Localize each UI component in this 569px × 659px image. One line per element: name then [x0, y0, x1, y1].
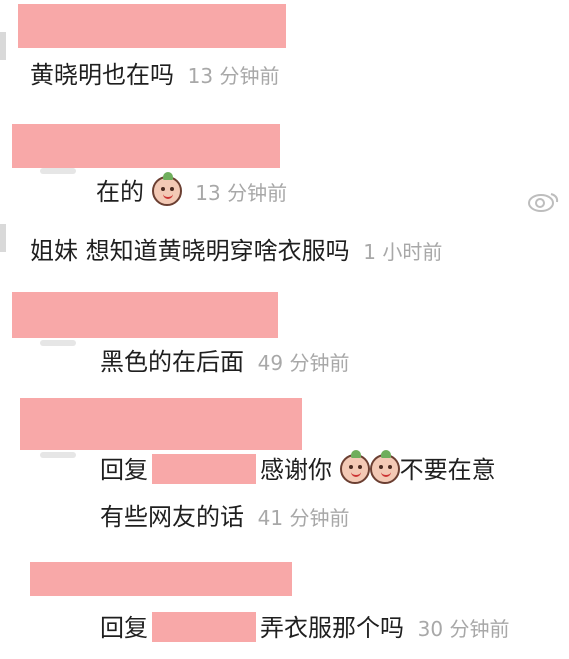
weibo-logo-icon: [528, 193, 559, 212]
peach-face-icon: [151, 172, 182, 206]
peach-face-icon: [369, 450, 400, 484]
comment-3: 姐妹 想知道黄晓明穿啥衣服吗 1 小时前: [30, 236, 442, 267]
comment-text: 黄晓明也在吗: [30, 61, 174, 89]
comment-5-line-1: 回复 感谢你 不要在意: [100, 450, 496, 485]
comment-text: 感谢你: [260, 456, 332, 484]
timestamp: 41 分钟前: [257, 506, 350, 530]
redacted-username-4: [20, 398, 302, 450]
timestamp: 1 小时前: [363, 240, 443, 264]
redacted-username-5: [30, 562, 292, 596]
redacted-username-1: [18, 4, 286, 48]
comment-5-line-2: 有些网友的话 41 分钟前: [100, 502, 349, 533]
comment-text: 黑色的在后面: [100, 348, 244, 376]
redacted-mention: [152, 612, 256, 642]
comment-6: 回复 弄衣服那个吗 30 分钟前: [100, 612, 509, 644]
timestamp: 30 分钟前: [417, 617, 510, 641]
comment-text: 弄衣服那个吗: [260, 614, 404, 642]
timestamp: 13 分钟前: [187, 64, 280, 88]
comment-text: 姐妹 想知道黄晓明穿啥衣服吗: [30, 237, 350, 265]
timestamp: 49 分钟前: [257, 351, 350, 375]
divider: [0, 32, 6, 60]
avatar: [40, 340, 76, 346]
divider: [0, 224, 6, 252]
reply-prefix: 回复: [100, 456, 148, 484]
comment-text: 不要在意: [399, 456, 496, 484]
avatar: [40, 452, 76, 458]
comment-2: 在的 13 分钟前: [96, 172, 288, 208]
redacted-username-3: [12, 292, 278, 338]
redacted-mention: [152, 454, 256, 484]
peach-face-icon: [339, 450, 370, 484]
comment-1: 黄晓明也在吗 13 分钟前: [30, 60, 279, 91]
comment-4: 黑色的在后面 49 分钟前: [100, 347, 349, 378]
timestamp: 13 分钟前: [195, 181, 288, 205]
redacted-username-2: [12, 124, 280, 168]
comment-text: 有些网友的话: [100, 503, 244, 531]
comment-text: 在的: [96, 178, 144, 206]
avatar: [40, 168, 76, 174]
reply-prefix: 回复: [100, 614, 148, 642]
